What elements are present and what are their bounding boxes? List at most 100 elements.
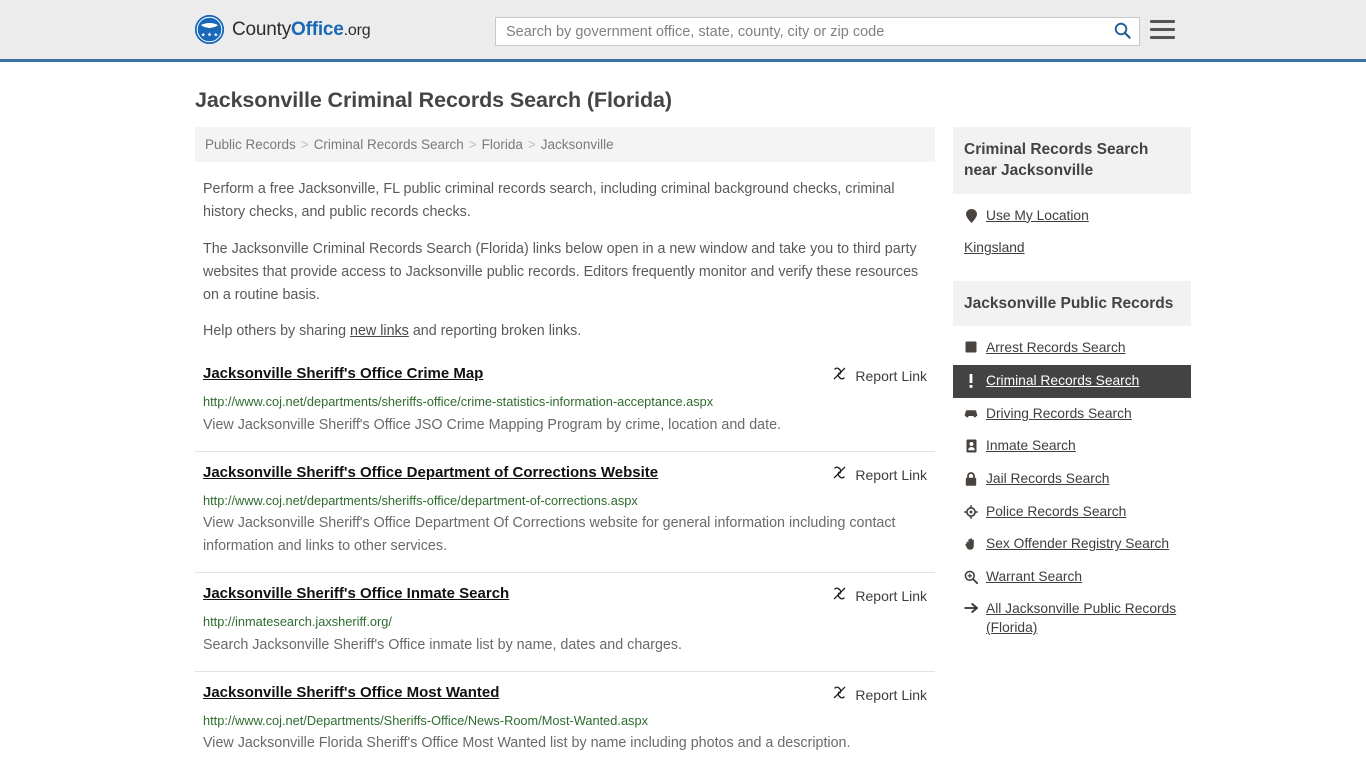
report-link-button[interactable]: Report Link bbox=[832, 464, 927, 485]
sidebar-item-jail-records-search[interactable]: Jail Records Search bbox=[953, 463, 1191, 496]
eagle-seal-icon bbox=[195, 15, 224, 44]
result-title-link[interactable]: Jacksonville Sheriff's Office Most Wante… bbox=[203, 684, 499, 703]
sidebar-item-label: Inmate Search bbox=[986, 438, 1076, 454]
logo-word-county: County bbox=[232, 18, 292, 40]
search-button[interactable] bbox=[1105, 18, 1139, 45]
logo-word-office: Office bbox=[291, 18, 344, 40]
result-item: Jacksonville Sheriff's Office Inmate Sea… bbox=[195, 572, 935, 670]
intro-p3-before: Help others by sharing bbox=[203, 323, 351, 340]
breadcrumb: Public Records > Criminal Records Search > F… bbox=[195, 127, 935, 162]
sidebar-near-list: Use My Location Kingsland bbox=[953, 194, 1191, 267]
broken-link-icon bbox=[832, 366, 847, 386]
result-item: Jacksonville Sheriff's Office Department… bbox=[195, 450, 935, 573]
sidebar-item-police-records-search[interactable]: Police Records Search bbox=[953, 496, 1191, 529]
exclamation-icon bbox=[964, 372, 978, 388]
result-description: View Jacksonville Florida Sheriff's Offi… bbox=[203, 734, 851, 751]
result-header: Jacksonville Sheriff's Office Crime Map … bbox=[203, 365, 927, 386]
result-title-link[interactable]: Jacksonville Sheriff's Office Crime Map bbox=[203, 365, 483, 384]
arrow-right-icon bbox=[964, 600, 978, 614]
new-links-link[interactable]: new links bbox=[350, 323, 409, 339]
sidebar-item-label: Jail Records Search bbox=[986, 470, 1110, 486]
lock-icon bbox=[964, 470, 978, 486]
page-container: Jacksonville Criminal Records Search (Fl… bbox=[0, 88, 1366, 768]
sidebar-item-label: Police Records Search bbox=[986, 503, 1127, 519]
hand-icon bbox=[964, 535, 978, 551]
result-url: http://www.coj.net/Departments/Sheriffs-… bbox=[203, 712, 648, 728]
search-input[interactable] bbox=[496, 18, 1105, 45]
sidebar-item-criminal-records-search[interactable]: Criminal Records Search bbox=[953, 365, 1191, 398]
sidebar-records-list: Arrest Records Search Criminal Records S… bbox=[953, 326, 1191, 646]
breadcrumb-item-criminal-records-search[interactable]: Criminal Records Search bbox=[314, 137, 464, 152]
intro-paragraph-1: Perform a free Jacksonville, FL public c… bbox=[203, 181, 895, 220]
site-logo[interactable]: CountyOffice.org bbox=[195, 15, 371, 44]
sidebar-item-arrest-records-search[interactable]: Arrest Records Search bbox=[953, 332, 1191, 365]
site-header: CountyOffice.org bbox=[0, 0, 1366, 62]
sidebar-item-use-my-location[interactable]: Use My Location bbox=[953, 200, 1191, 233]
content-columns: Public Records > Criminal Records Search > F… bbox=[195, 127, 1191, 768]
sidebar-item-label: Arrest Records Search bbox=[986, 340, 1126, 356]
police-badge-icon bbox=[964, 503, 978, 519]
breadcrumb-item-florida[interactable]: Florida bbox=[482, 137, 523, 152]
sidebar-item-kingsland[interactable]: Kingsland bbox=[953, 232, 1191, 265]
sidebar-item-label: Sex Offender Registry Search bbox=[986, 536, 1170, 552]
map-pin-icon bbox=[964, 207, 978, 223]
results-list: Jacksonville Sheriff's Office Crime Map … bbox=[195, 359, 935, 768]
square-icon bbox=[964, 339, 978, 353]
sidebar-item-label: All Jacksonville Public Records (Florida… bbox=[986, 601, 1177, 635]
result-url: http://www.coj.net/departments/sheriffs-… bbox=[203, 492, 638, 508]
breadcrumb-separator: > bbox=[300, 137, 309, 152]
sidebar-item-label: Driving Records Search bbox=[986, 405, 1132, 421]
sidebar-records-heading: Jacksonville Public Records bbox=[953, 281, 1191, 327]
broken-link-icon bbox=[832, 586, 847, 606]
sidebar-records-box: Jacksonville Public Records Arrest Recor… bbox=[953, 281, 1191, 647]
sidebar: Criminal Records Search near Jacksonvill… bbox=[953, 127, 1191, 661]
report-link-label: Report Link bbox=[855, 368, 927, 385]
zoom-in-icon bbox=[964, 568, 978, 584]
sidebar-item-inmate-search[interactable]: Inmate Search bbox=[953, 430, 1191, 463]
sidebar-item-sex-offender-registry-search[interactable]: Sex Offender Registry Search bbox=[953, 528, 1191, 561]
breadcrumb-separator: > bbox=[527, 137, 536, 152]
breadcrumb-item-jacksonville[interactable]: Jacksonville bbox=[541, 137, 614, 152]
car-icon bbox=[964, 405, 978, 418]
intro-paragraph-2: The Jacksonville Criminal Records Search… bbox=[203, 240, 919, 303]
intro-text: Perform a free Jacksonville, FL public c… bbox=[195, 178, 935, 343]
sidebar-near-box: Criminal Records Search near Jacksonvill… bbox=[953, 127, 1191, 267]
report-link-label: Report Link bbox=[855, 686, 927, 703]
result-item: Jacksonville Sheriff's Office Crime Map … bbox=[195, 359, 935, 450]
sidebar-item-label: Kingsland bbox=[964, 240, 1025, 256]
hamburger-menu-icon[interactable] bbox=[1150, 20, 1175, 39]
sidebar-item-warrant-search[interactable]: Warrant Search bbox=[953, 561, 1191, 594]
sidebar-item-label: Criminal Records Search bbox=[986, 373, 1140, 388]
broken-link-icon bbox=[832, 685, 847, 705]
result-description: View Jacksonville Sheriff's Office Depar… bbox=[203, 514, 896, 555]
result-url: http://www.coj.net/departments/sheriffs-… bbox=[203, 394, 714, 410]
sidebar-item-all-jacksonville-public-records[interactable]: All Jacksonville Public Records (Florida… bbox=[953, 593, 1191, 644]
result-header: Jacksonville Sheriff's Office Department… bbox=[203, 464, 927, 485]
result-header: Jacksonville Sheriff's Office Inmate Sea… bbox=[203, 585, 927, 606]
sidebar-item-driving-records-search[interactable]: Driving Records Search bbox=[953, 398, 1191, 431]
result-item: Jacksonville Sheriff's Office Most Wante… bbox=[195, 670, 935, 768]
search-bar[interactable] bbox=[495, 17, 1140, 46]
logo-word-org: .org bbox=[343, 21, 371, 39]
report-link-button[interactable]: Report Link bbox=[832, 585, 927, 606]
intro-paragraph-3: Help others by sharing new links and rep… bbox=[195, 320, 935, 343]
main-column: Public Records > Criminal Records Search > F… bbox=[195, 127, 935, 768]
result-url: http://inmatesearch.jaxsheriff.org/ bbox=[203, 614, 392, 630]
report-link-button[interactable]: Report Link bbox=[832, 365, 927, 386]
intro-p3-after: and reporting broken links. bbox=[408, 323, 582, 340]
result-title-link[interactable]: Jacksonville Sheriff's Office Inmate Sea… bbox=[203, 585, 509, 604]
breadcrumb-separator: > bbox=[468, 137, 477, 152]
broken-link-icon bbox=[832, 465, 847, 485]
site-logo-text: CountyOffice.org bbox=[232, 18, 371, 41]
result-title-link[interactable]: Jacksonville Sheriff's Office Department… bbox=[203, 464, 658, 483]
result-header: Jacksonville Sheriff's Office Most Wante… bbox=[203, 684, 927, 705]
page-title: Jacksonville Criminal Records Search (Fl… bbox=[195, 88, 672, 112]
sidebar-item-label: Use My Location bbox=[986, 207, 1089, 223]
sidebar-item-label: Warrant Search bbox=[986, 568, 1083, 584]
result-description: Search Jacksonville Sheriff's Office inm… bbox=[203, 636, 683, 653]
breadcrumb-item-public-records[interactable]: Public Records bbox=[205, 137, 296, 152]
sidebar-near-heading: Criminal Records Search near Jacksonvill… bbox=[953, 127, 1191, 194]
report-link-button[interactable]: Report Link bbox=[832, 684, 927, 705]
search-icon bbox=[1114, 22, 1131, 42]
report-link-label: Report Link bbox=[855, 466, 927, 483]
